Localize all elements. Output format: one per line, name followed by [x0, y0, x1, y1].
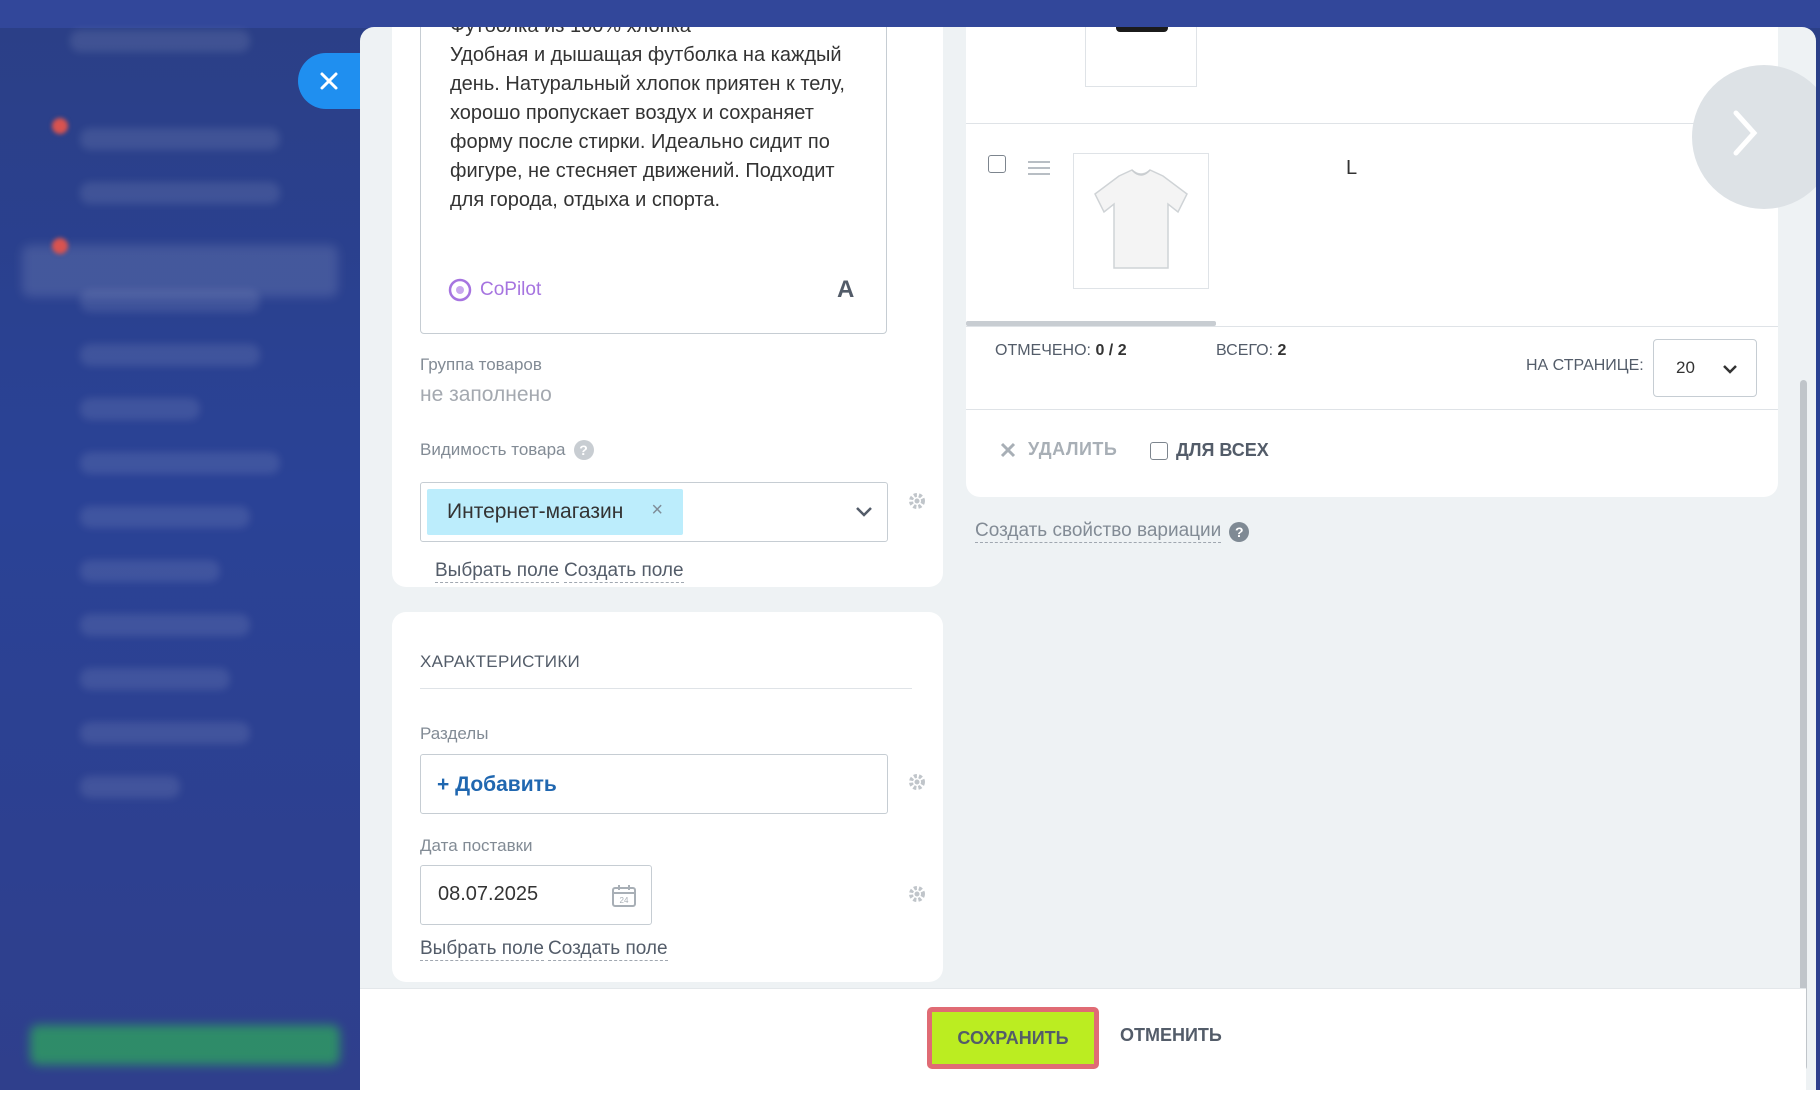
- slider-footer: СОХРАНИТЬ ОТМЕНИТЬ: [360, 989, 1806, 1090]
- grid-divider: [966, 409, 1778, 410]
- product-thumbnail[interactable]: [1085, 27, 1197, 87]
- description-line: Удобная и дышащая футболка на каждый: [450, 44, 842, 66]
- row-checkbox[interactable]: [988, 155, 1006, 173]
- delete-icon: [1000, 442, 1016, 457]
- group-label: Группа товаров: [420, 355, 542, 374]
- marked-count: ОТМЕЧЕНО: 0 / 2: [995, 342, 1127, 360]
- visibility-tag-label: Интернет-магазин: [447, 500, 624, 523]
- create-field-link[interactable]: Создать поле: [564, 560, 684, 583]
- background-blur: [80, 506, 250, 528]
- create-variation-property-row: Создать свойство вариации ?: [975, 520, 1250, 543]
- cancel-button[interactable]: ОТМЕНИТЬ: [1120, 1025, 1222, 1046]
- copilot-button[interactable]: CoPilot: [448, 278, 541, 302]
- chevron-down-icon: [1723, 365, 1737, 374]
- per-page-value: 20: [1676, 358, 1695, 377]
- product-thumbnail[interactable]: [1073, 153, 1209, 289]
- description-editor[interactable]: Футболка из 100% хлопка Удобная и дышаща…: [420, 27, 887, 334]
- background-blur: [80, 614, 250, 636]
- create-field-link[interactable]: Создать поле: [548, 938, 668, 961]
- description-line: хорошо пропускает воздух и сохраняет: [450, 102, 814, 124]
- close-icon: [320, 72, 338, 90]
- background-blur: [80, 776, 180, 798]
- help-icon[interactable]: ?: [573, 440, 594, 460]
- visibility-tag: Интернет-магазин ×: [427, 489, 683, 535]
- drag-handle-icon[interactable]: [1028, 161, 1050, 179]
- product-info-card: Футболка из 100% хлопка Удобная и дышаща…: [392, 27, 943, 587]
- add-section-button[interactable]: + Добавить: [437, 773, 557, 797]
- select-field-link[interactable]: Выбрать поле: [435, 560, 559, 583]
- save-button[interactable]: СОХРАНИТЬ: [927, 1007, 1099, 1069]
- background-blur: [80, 182, 280, 204]
- gear-icon[interactable]: [907, 491, 927, 511]
- description-line: фигуре, не стесняет движений. Подходит: [450, 160, 835, 182]
- background-blur: [80, 668, 230, 690]
- marked-value: 0 / 2: [1095, 342, 1127, 359]
- characteristics-title: ХАРАКТЕРИСТИКИ: [420, 652, 581, 671]
- total-label: ВСЕГО:: [1216, 342, 1274, 359]
- chevron-down-icon: [856, 507, 872, 517]
- row-divider: [966, 123, 1778, 124]
- description-line: для города, отдыха и спорта.: [450, 189, 721, 211]
- background-green-button: [30, 1025, 340, 1065]
- remove-tag-icon[interactable]: ×: [651, 499, 663, 522]
- for-all-toggle[interactable]: ДЛЯ ВСЕХ: [1150, 440, 1269, 461]
- grid-divider: [966, 326, 1778, 327]
- background-blur: [80, 398, 200, 420]
- svg-text:24: 24: [620, 896, 629, 905]
- marked-label: ОТМЕЧЕНО:: [995, 342, 1091, 359]
- per-page-select[interactable]: 20: [1653, 339, 1757, 397]
- group-value[interactable]: не заполнено: [420, 383, 552, 407]
- background-blur: [80, 560, 220, 582]
- background-blur: [80, 290, 260, 312]
- delete-label: УДАЛИТЬ: [1028, 439, 1118, 459]
- sections-label: Разделы: [420, 724, 489, 743]
- tshirt-image: [1094, 169, 1188, 269]
- calendar-icon[interactable]: 24: [611, 884, 637, 908]
- background-badge: [52, 238, 68, 254]
- product-slider-panel: Футболка из 100% хлопка Удобная и дышаща…: [360, 27, 1816, 1090]
- visibility-select[interactable]: Интернет-магазин ×: [420, 482, 888, 542]
- copilot-label: CoPilot: [480, 279, 542, 300]
- background-blur: [80, 452, 280, 474]
- background-blur: [70, 30, 250, 52]
- per-page-label: НА СТРАНИЦЕ:: [1526, 357, 1644, 374]
- description-line: день. Натуральный хлопок приятен к телу,: [450, 73, 845, 95]
- for-all-checkbox[interactable]: [1150, 441, 1168, 460]
- visibility-label: Видимость товара: [420, 440, 566, 459]
- background-blur: [80, 722, 250, 744]
- select-field-link[interactable]: Выбрать поле: [420, 938, 544, 961]
- size-cell: L: [1346, 157, 1358, 179]
- for-all-label: ДЛЯ ВСЕХ: [1176, 440, 1269, 460]
- delivery-date-field[interactable]: 08.07.2025 24: [420, 865, 652, 925]
- copilot-icon: [448, 278, 472, 302]
- help-icon[interactable]: ?: [1229, 521, 1250, 542]
- gear-icon[interactable]: [907, 884, 927, 904]
- text-format-button[interactable]: A: [837, 276, 854, 304]
- create-variation-property-link[interactable]: Создать свойство вариации: [975, 520, 1222, 543]
- description-line: форму после стирки. Идеально сидит по: [450, 131, 830, 153]
- description-text: Футболка из 100% хлопка Удобная и дышаща…: [450, 27, 870, 215]
- background-blur: [80, 128, 280, 150]
- visibility-label-row: Видимость товара ?: [420, 440, 594, 460]
- delivery-date-value: 08.07.2025: [438, 883, 539, 905]
- delete-button[interactable]: УДАЛИТЬ: [1000, 439, 1117, 460]
- characteristics-card: ХАРАКТЕРИСТИКИ Разделы + Добавить Дата п…: [392, 612, 943, 982]
- variations-grid: L ОТМЕЧЕНО: 0 / 2 ВСЕГО: 2 НА СТРАНИЦЕ: …: [966, 27, 1778, 497]
- total-count: ВСЕГО: 2: [1216, 342, 1286, 360]
- chevron-right-icon: [1733, 110, 1758, 156]
- background-badge: [52, 118, 68, 134]
- description-line: Футболка из 100% хлопка: [450, 27, 870, 41]
- gear-icon[interactable]: [907, 772, 927, 792]
- delivery-date-label: Дата поставки: [420, 836, 533, 855]
- background-topbar: [0, 0, 1820, 28]
- background-blur: [80, 344, 260, 366]
- sections-field[interactable]: + Добавить: [420, 754, 888, 814]
- section-divider: [420, 688, 912, 689]
- total-value: 2: [1277, 342, 1287, 359]
- vertical-scrollbar[interactable]: [1800, 380, 1807, 1070]
